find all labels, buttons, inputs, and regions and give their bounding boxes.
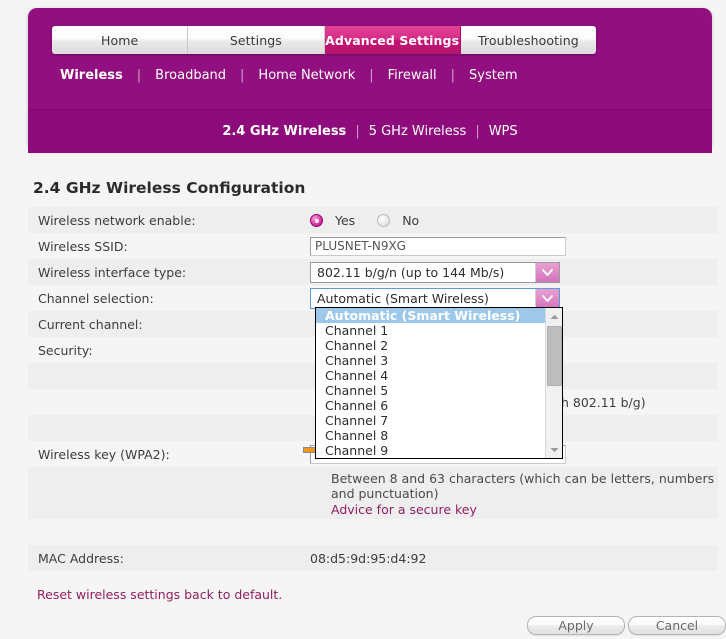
value-channel-selection: Automatic (Smart Wireless) bbox=[310, 288, 718, 309]
scroll-down-arrow-icon[interactable] bbox=[546, 441, 563, 458]
radio-wireless-enable-yes[interactable] bbox=[310, 214, 323, 227]
label-current-channel: Current channel: bbox=[28, 317, 310, 332]
tab-home[interactable]: Home bbox=[52, 26, 188, 54]
subnav-system-label: System bbox=[469, 68, 517, 83]
subnav-item-firewall[interactable]: Firewall bbox=[374, 68, 451, 83]
subnav-home-network-label: Home Network bbox=[258, 68, 355, 83]
tab-settings[interactable]: Settings bbox=[188, 26, 324, 54]
footer-actions: Apply Cancel wsxdr.com bbox=[0, 612, 726, 639]
value-mac-address: 08:d5:9d:95:d4:92 bbox=[310, 551, 718, 566]
channel-option-list: Automatic (Smart Wireless) Channel 1 Cha… bbox=[316, 308, 545, 458]
subnav-firewall-label: Firewall bbox=[388, 68, 437, 83]
interface-type-select[interactable]: 802.11 b/g/n (up to 144 Mb/s) bbox=[310, 262, 560, 283]
dropdown-scrollbar[interactable] bbox=[545, 308, 562, 458]
row-wireless-key-hint: Between 8 and 63 characters (which can b… bbox=[28, 467, 718, 519]
current-channel-tail-text: h 802.11 b/g) bbox=[561, 395, 646, 410]
subnav-item-broadband[interactable]: Broadband bbox=[141, 68, 240, 83]
subnav-item-wireless[interactable]: Wireless bbox=[46, 68, 137, 83]
header-panel: Home Settings Advanced Settings Troubles… bbox=[28, 8, 712, 145]
channel-option-automatic[interactable]: Automatic (Smart Wireless) bbox=[316, 308, 545, 323]
label-wireless-enable: Wireless network enable: bbox=[28, 213, 310, 228]
router-admin-page: Home Settings Advanced Settings Troubles… bbox=[0, 0, 726, 639]
row-interface-type: Wireless interface type: 802.11 b/g/n (u… bbox=[28, 259, 718, 285]
ssid-input[interactable] bbox=[310, 237, 566, 256]
channel-option-2[interactable]: Channel 2 bbox=[316, 338, 545, 353]
row-wireless-enable: Wireless network enable: Yes No bbox=[28, 207, 718, 233]
channel-option-1[interactable]: Channel 1 bbox=[316, 323, 545, 338]
tertiary-24ghz-label: 2.4 GHz Wireless bbox=[222, 124, 346, 139]
channel-selection-select[interactable]: Automatic (Smart Wireless) bbox=[310, 288, 560, 309]
radio-wireless-enable-no[interactable] bbox=[377, 214, 390, 227]
scroll-up-arrow-icon[interactable] bbox=[546, 308, 563, 325]
label-ssid: Wireless SSID: bbox=[28, 239, 310, 254]
channel-selection-selected-value: Automatic (Smart Wireless) bbox=[311, 291, 489, 306]
value-interface-type: 802.11 b/g/n (up to 144 Mb/s) bbox=[310, 262, 718, 283]
wireless-key-hint-block: Between 8 and 63 characters (which can b… bbox=[28, 467, 718, 517]
label-interface-type: Wireless interface type: bbox=[28, 265, 310, 280]
channel-option-6[interactable]: Channel 6 bbox=[316, 398, 545, 413]
primary-tab-bar: Home Settings Advanced Settings Troubles… bbox=[52, 26, 596, 54]
reset-wireless-settings-link[interactable]: Reset wireless settings back to default. bbox=[37, 587, 282, 602]
subnav-item-home-network[interactable]: Home Network bbox=[244, 68, 369, 83]
channel-option-4[interactable]: Channel 4 bbox=[316, 368, 545, 383]
apply-button[interactable]: Apply bbox=[527, 616, 625, 635]
dropdown-scrollbar-thumb[interactable] bbox=[547, 326, 562, 386]
subnav-wireless-label: Wireless bbox=[60, 68, 123, 83]
row-ssid: Wireless SSID: bbox=[28, 233, 718, 259]
label-channel-selection: Channel selection: bbox=[28, 291, 310, 306]
tab-advanced-settings[interactable]: Advanced Settings bbox=[325, 26, 461, 54]
channel-option-7[interactable]: Channel 7 bbox=[316, 413, 545, 428]
row-spacer-1 bbox=[28, 519, 718, 545]
subnav-broadband-label: Broadband bbox=[155, 68, 226, 83]
tertiary-nav: 2.4 GHz Wireless | 5 GHz Wireless | WPS bbox=[213, 124, 526, 139]
channel-option-3[interactable]: Channel 3 bbox=[316, 353, 545, 368]
label-security: Security: bbox=[28, 343, 310, 358]
radio-label-yes: Yes bbox=[335, 213, 355, 228]
page-title: 2.4 GHz Wireless Configuration bbox=[33, 179, 726, 197]
chevron-down-icon[interactable] bbox=[535, 263, 559, 282]
advice-for-secure-key-link[interactable]: Advice for a secure key bbox=[331, 502, 477, 517]
radio-label-no: No bbox=[402, 213, 419, 228]
channel-option-8[interactable]: Channel 8 bbox=[316, 428, 545, 443]
chevron-down-icon[interactable] bbox=[535, 289, 559, 308]
tertiary-wps-label: WPS bbox=[489, 124, 518, 139]
label-wireless-key: Wireless key (WPA2): bbox=[28, 447, 310, 462]
row-mac-address: MAC Address: 08:d5:9d:95:d4:92 bbox=[28, 545, 718, 571]
tab-troubleshooting-label: Troubleshooting bbox=[478, 33, 579, 48]
tab-settings-label: Settings bbox=[230, 33, 282, 48]
value-wireless-enable: Yes No bbox=[310, 213, 718, 228]
interface-type-selected-value: 802.11 b/g/n (up to 144 Mb/s) bbox=[311, 265, 504, 280]
secondary-nav: Wireless | Broadband | Home Network | Fi… bbox=[46, 68, 532, 83]
channel-option-5[interactable]: Channel 5 bbox=[316, 383, 545, 398]
channel-option-9[interactable]: Channel 9 bbox=[316, 443, 545, 458]
tertiary-5ghz-label: 5 GHz Wireless bbox=[369, 124, 467, 139]
wireless-enable-radio-group: Yes No bbox=[310, 213, 718, 228]
tab-advanced-settings-label: Advanced Settings bbox=[325, 33, 459, 48]
channel-selection-dropdown-list[interactable]: Automatic (Smart Wireless) Channel 1 Cha… bbox=[315, 307, 563, 459]
tab-troubleshooting[interactable]: Troubleshooting bbox=[461, 26, 596, 54]
wireless-key-hint-text: Between 8 and 63 characters (which can b… bbox=[331, 471, 726, 501]
tab-home-label: Home bbox=[101, 33, 138, 48]
tertiary-item-wps[interactable]: WPS bbox=[480, 124, 527, 139]
label-mac-address: MAC Address: bbox=[28, 551, 310, 566]
cancel-button[interactable]: Cancel bbox=[628, 616, 726, 635]
value-ssid bbox=[310, 237, 718, 256]
tertiary-item-5ghz-wireless[interactable]: 5 GHz Wireless bbox=[360, 124, 476, 139]
tertiary-item-24ghz-wireless[interactable]: 2.4 GHz Wireless bbox=[213, 124, 355, 139]
subnav-item-system[interactable]: System bbox=[455, 68, 531, 83]
